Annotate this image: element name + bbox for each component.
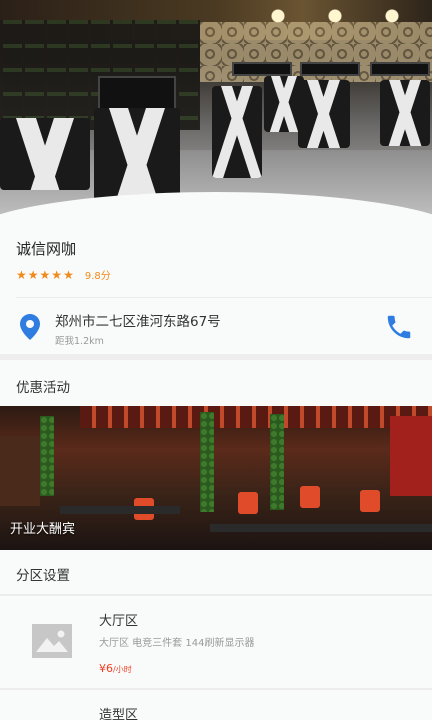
hero-image (0, 0, 432, 230)
hero-monitor (300, 62, 360, 76)
promo-seat (300, 486, 320, 508)
hero-chair (212, 86, 262, 178)
zone-name: 大厅区 (99, 614, 139, 629)
zone-price-unit: /小时 (113, 665, 132, 674)
promo-seat (360, 490, 380, 512)
zone-item[interactable]: 大厅区 大厅区 电竞三件套 144刷新显示器 ¥6/小时 (0, 596, 432, 688)
zone-thumbnail (32, 624, 72, 658)
star-icon: ★ (39, 267, 51, 282)
zone-description: 大厅区 电竞三件套 144刷新显示器 (99, 638, 255, 649)
hero-chair (380, 80, 430, 146)
promo-ceiling (80, 406, 432, 428)
shop-address[interactable]: 郑州市二七区淮河东路67号 (55, 310, 221, 330)
zone-price: ¥6/小时 (99, 662, 132, 675)
hero-chair (298, 80, 350, 148)
promo-seat (238, 492, 258, 514)
divider (16, 297, 432, 298)
location-pin-icon (20, 314, 40, 340)
promo-wall (0, 436, 40, 506)
zone-name: 造型区 (99, 708, 139, 720)
star-icon: ★ (63, 267, 74, 282)
promo-plant (40, 416, 54, 496)
zone-price-value: ¥6 (99, 662, 113, 675)
zone-item[interactable]: 造型区 (0, 690, 432, 720)
promotions-title: 优惠活动 (16, 380, 70, 396)
promo-desk (210, 524, 432, 532)
star-icon: ★ (16, 267, 27, 282)
shop-info-card: 诚信网咖 ★ ★ ★ ★ ★ 9.8分 郑州市二七区淮河东路67号 距我1.2k… (0, 222, 432, 354)
hero-monitor (370, 62, 430, 76)
promo-wall (390, 416, 432, 496)
hero-monitor (98, 76, 176, 112)
promo-plant (270, 414, 284, 510)
star-icon: ★ (27, 267, 39, 282)
hero-chair (0, 118, 90, 190)
image-placeholder-icon (32, 624, 72, 658)
promotion-caption: 开业大酬宾 (10, 522, 76, 537)
promo-desk (60, 506, 180, 514)
zones-title: 分区设置 (16, 568, 70, 584)
promotions-header: 优惠活动 (0, 360, 432, 406)
shop-name: 诚信网咖 (16, 240, 77, 258)
hero-monitor (232, 62, 292, 76)
promo-plant (200, 412, 214, 512)
phone-icon[interactable] (384, 312, 414, 342)
zones-header: 分区设置 (0, 550, 432, 594)
shop-distance: 距我1.2km (55, 336, 104, 347)
rating-score: 9.8分 (84, 271, 111, 282)
promotion-banner[interactable]: 开业大酬宾 (0, 406, 432, 550)
rating: ★ ★ ★ ★ ★ 9.8分 (16, 267, 111, 283)
star-icon: ★ (51, 267, 63, 282)
